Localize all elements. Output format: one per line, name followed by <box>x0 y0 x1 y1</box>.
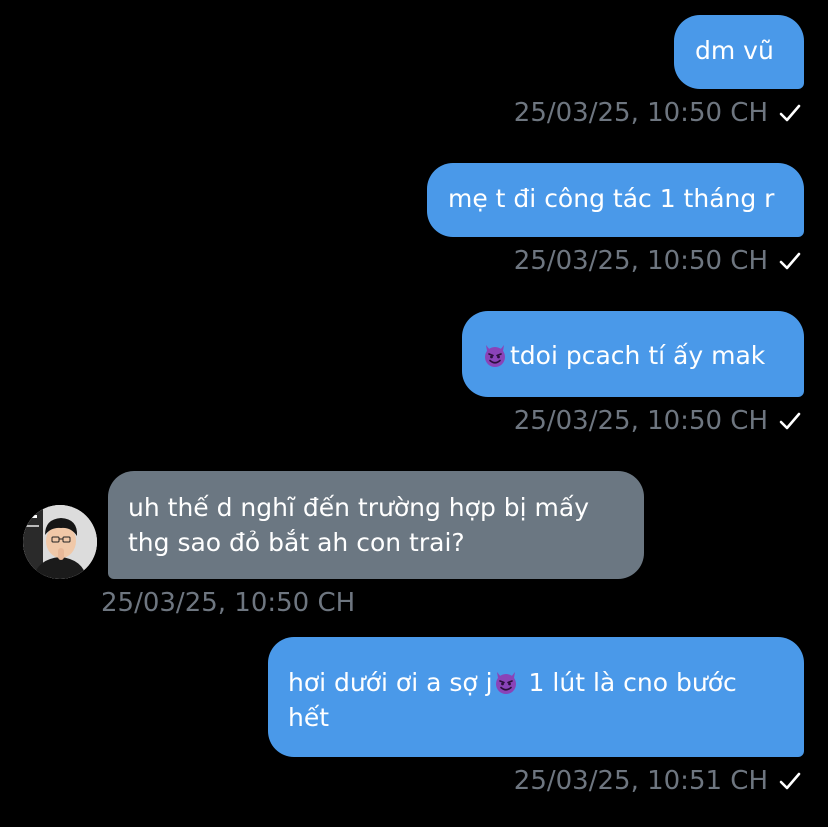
message-text: tdoi pcach tí ấy mak <box>510 341 766 370</box>
message-text: 1 lút là cno bước <box>520 668 737 697</box>
message-meta: 25/03/25, 10:50 CH <box>514 98 802 128</box>
message-meta: 25/03/25, 10:51 CH <box>514 766 802 796</box>
message-text-line: hơi dưới ơi a sợ j 1 lút là cno bước <box>288 665 804 700</box>
check-icon <box>779 104 801 122</box>
message-timestamp: 25/03/25, 10:50 CH <box>513 406 768 436</box>
avatar-photo <box>23 505 97 579</box>
incoming-message-bubble[interactable]: uh thế d nghĩ đến trường hợp bị mấy thg … <box>108 471 644 579</box>
outgoing-message-bubble[interactable]: tdoi pcach tí ấy mak <box>462 311 804 397</box>
message-text: mẹ t đi công tác 1 tháng r <box>448 184 775 213</box>
check-icon <box>779 772 801 790</box>
user-avatar[interactable] <box>23 505 97 579</box>
message-timestamp: 25/03/25, 10:51 CH <box>513 766 768 796</box>
check-icon <box>779 252 801 270</box>
message-timestamp: 25/03/25, 10:50 CH <box>513 246 768 276</box>
message-meta: 25/03/25, 10:50 CH <box>101 588 355 618</box>
message-meta: 25/03/25, 10:50 CH <box>514 246 802 276</box>
message-text: hơi dưới ơi a sợ j <box>288 668 493 697</box>
smiling-devil-emoji-icon <box>495 672 516 694</box>
message-text-line: thg sao đỏ bắt ah con trai? <box>128 528 465 557</box>
outgoing-message-bubble[interactable]: dm vũ <box>674 15 804 89</box>
message-text: dm vũ <box>695 36 774 65</box>
message-text-line: uh thế d nghĩ đến trường hợp bị mấy <box>128 493 589 522</box>
message-text-line: hết <box>288 703 330 732</box>
message-timestamp: 25/03/25, 10:50 CH <box>513 98 768 128</box>
outgoing-message-bubble[interactable]: mẹ t đi công tác 1 tháng r <box>427 163 804 237</box>
message-meta: 25/03/25, 10:50 CH <box>514 406 802 436</box>
message-timestamp: 25/03/25, 10:50 CH <box>101 588 356 618</box>
outgoing-message-bubble[interactable]: hơi dưới ơi a sợ j 1 lút là cno bước hết <box>268 637 804 757</box>
smiling-devil-emoji-icon <box>485 345 505 367</box>
check-icon <box>779 412 801 430</box>
